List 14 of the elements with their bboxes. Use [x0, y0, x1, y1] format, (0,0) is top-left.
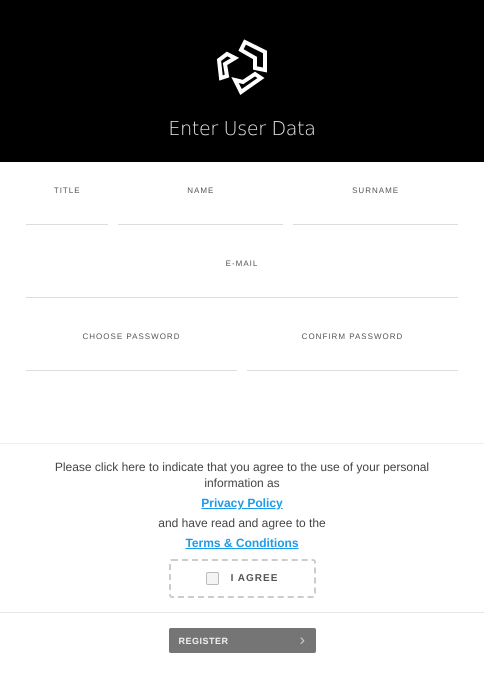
field-label: CONFIRM PASSWORD [302, 332, 404, 342]
consent-text: and have read and agree to the [158, 515, 326, 531]
privacy-policy-link[interactable]: Privacy Policy [201, 496, 283, 510]
field-label: TITLE [54, 186, 81, 196]
field-label: SURNAME [352, 186, 400, 196]
terms-link[interactable]: Terms & Conditions [185, 536, 299, 550]
field-label: NAME [187, 186, 214, 196]
field-label: CHOOSE PASSWORD [82, 332, 180, 342]
field-label: E-MAIL [226, 259, 258, 269]
consent-text: Please click here to indicate that you agree to the use of your personal information as [54, 459, 430, 491]
register-button[interactable]: REGISTER › [168, 628, 316, 653]
logo-icon [215, 38, 269, 96]
agree-checkbox[interactable]: I AGREE [168, 559, 316, 598]
page-title: Enter User Data [168, 118, 316, 140]
